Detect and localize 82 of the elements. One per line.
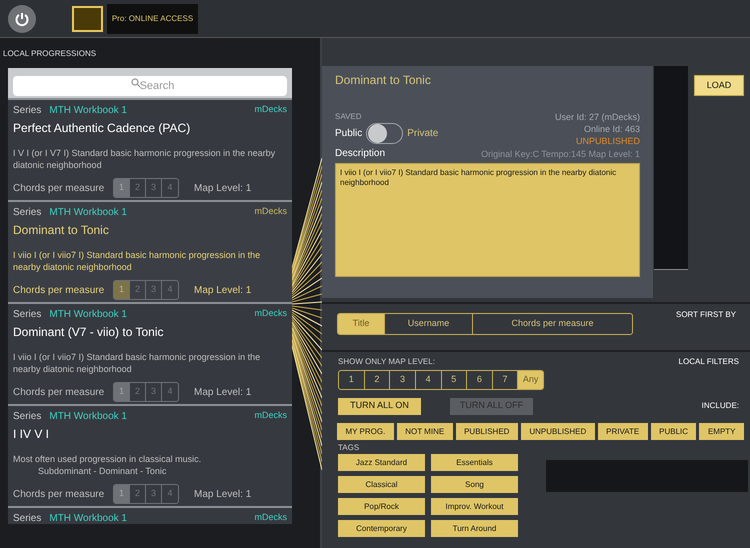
private-label: Private [407, 127, 438, 141]
series-label: Series [13, 512, 42, 526]
author-name: mDecks [254, 511, 287, 524]
publish-status: UNPUBLISHED [576, 135, 640, 147]
turn-all-button[interactable]: TURN ALL ON [338, 398, 421, 414]
tag-filter[interactable]: Jazz Standard [338, 454, 425, 471]
author-name: mDecks [254, 409, 287, 422]
map-level-option[interactable]: Any [518, 371, 543, 389]
map-level-option[interactable]: 1 [339, 371, 365, 389]
series-name: MTH Workbook 1 [49, 308, 127, 322]
online-id: Online Id: 463 [584, 123, 640, 135]
map-level-label: Map Level: 1 [194, 284, 252, 298]
progression-title: I IV V I [13, 426, 50, 443]
include-filter[interactable]: PRIVATE [598, 423, 648, 440]
map-level-option[interactable]: 5 [442, 371, 468, 389]
map-level-option[interactable]: 3 [390, 371, 416, 389]
sort-option[interactable]: Username [385, 314, 473, 334]
search-field[interactable]: Search [13, 76, 287, 96]
include-filter[interactable]: EMPTY [699, 423, 744, 440]
series-label: Series [13, 206, 42, 220]
tag-filter[interactable]: Classical [338, 476, 425, 493]
series-label: Series [13, 104, 42, 118]
author-name: mDecks [254, 205, 287, 218]
map-level-label: Map Level: 1 [194, 182, 252, 196]
progression-item[interactable]: Series MTH Workbook 1 mDecks [8, 506, 292, 524]
section-heading: LOCAL FILTERS [678, 356, 739, 368]
tag-filter[interactable]: Essentials [431, 454, 518, 471]
progression-meta: Original Key:C Tempo:145 Map Level: 1 [481, 148, 640, 161]
description-field[interactable]: I viio I (or I viio7 I) Standard basic harmonic progression in the nearby diatonic neighborhood [335, 163, 640, 277]
progression-title: Dominant (V7 - viio) to Tonic [13, 324, 165, 341]
public-label: Public [335, 127, 362, 141]
sort-option[interactable]: Chords per measure [473, 314, 632, 334]
map-level-filter-label: SHOW ONLY MAP LEVEL: [338, 356, 435, 368]
include-filter[interactable]: PUBLISHED [456, 423, 518, 440]
series-name: MTH Workbook 1 [49, 410, 127, 424]
section-heading: LOCAL PROGRESSIONS [2, 48, 98, 60]
description-label: Description [335, 147, 386, 161]
detail-title: Dominant to Tonic [335, 72, 432, 89]
include-filter[interactable]: MY PROG. [337, 423, 394, 440]
saved-label: SAVED [335, 111, 363, 121]
load-button[interactable]: LOAD [694, 75, 744, 96]
chords-label: Chords per measure [13, 488, 106, 502]
series-name: MTH Workbook 1 [49, 512, 127, 526]
series-label: Series [13, 410, 42, 424]
tags-label: TAGS [338, 442, 360, 452]
include-filter[interactable]: NOT MINE [396, 423, 453, 440]
map-level-option[interactable]: 4 [416, 371, 442, 389]
map-level-label: Map Level: 1 [194, 488, 252, 502]
progression-description: I viio I (or I viio7 I) Standard basic harmonic progression in the nearby diatonic neighborhood [13, 249, 262, 274]
tag-filter[interactable]: Pop/Rock [338, 498, 425, 515]
tag-filter[interactable]: Song [431, 476, 518, 493]
chords-label: Chords per measure [13, 386, 106, 400]
map-level-label: Map Level: 1 [194, 386, 252, 400]
progression-description: I viio I (or I viio7 I) Standard basic harmonic progression in the nearby diatonic neighborhood [13, 351, 262, 376]
sort-option[interactable]: Title [338, 314, 385, 334]
chords-label: Chords per measure [13, 284, 106, 298]
tag-filter[interactable]: Improv. Workout [431, 498, 518, 515]
series-label: Series [13, 308, 42, 322]
include-filter[interactable]: PUBLIC [650, 423, 696, 440]
progression-title: Perfect Authentic Cadence (PAC) [13, 120, 192, 137]
tag-filter[interactable]: Contemporary [338, 520, 425, 537]
power-icon [14, 10, 30, 26]
power-button[interactable] [8, 4, 36, 32]
online-access-button[interactable]: Pro: ONLINE ACCESS [107, 4, 198, 34]
map-level-option[interactable]: 2 [364, 371, 390, 389]
series-name: MTH Workbook 1 [49, 206, 127, 220]
author-name: mDecks [254, 307, 287, 320]
progression-description: Most often used progression in classical music. Subdominant - Dominant - Tonic [13, 453, 202, 478]
include-label: INCLUDE: [702, 400, 739, 412]
include-filter[interactable]: UNPUBLISHED [520, 423, 595, 440]
search-icon [131, 78, 141, 88]
tag-filter[interactable]: Turn Around [431, 520, 518, 537]
map-level-option[interactable]: 6 [467, 371, 493, 389]
progression-description: I V I (or I V7 I) Standard basic harmonic progression in the nearby diatonic neighborhood [13, 147, 276, 172]
series-name: MTH Workbook 1 [49, 104, 127, 118]
author-name: mDecks [254, 103, 287, 116]
square-button[interactable] [72, 6, 103, 32]
user-id: User Id: 27 (mDecks) [554, 111, 640, 123]
section-heading: SORT FIRST BY [676, 309, 736, 321]
progression-title: Dominant to Tonic [13, 222, 110, 239]
chords-label: Chords per measure [13, 182, 106, 196]
privacy-toggle[interactable] [366, 123, 404, 144]
